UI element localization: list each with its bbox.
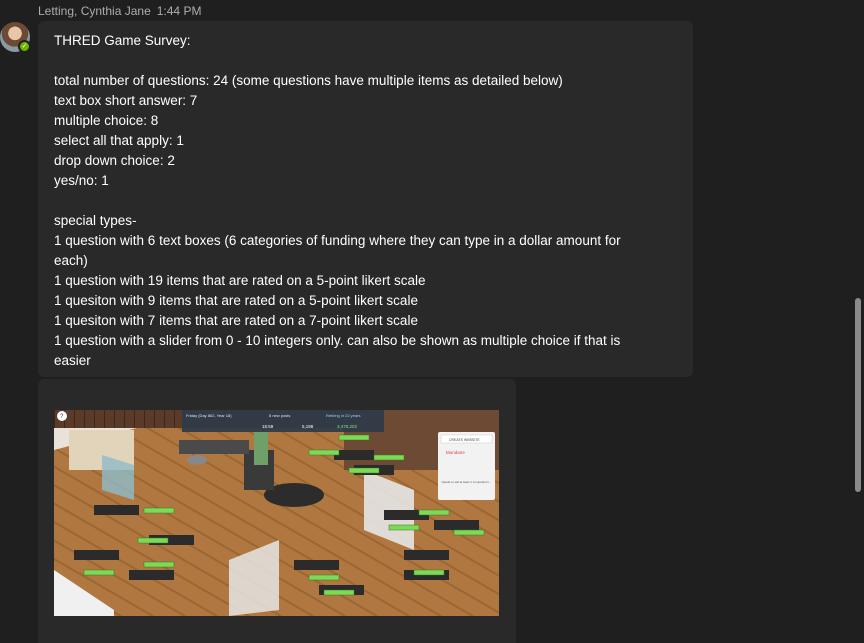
office-scene: Friday (Day 862, Year 18) 8 new posts Re…: [54, 410, 499, 616]
message-line: [54, 191, 677, 211]
sender-header: Letting, Cynthia Jane 1:44 PM: [38, 4, 201, 18]
panel-game: Mundane: [446, 450, 465, 455]
hud-rate: 5,198: [302, 424, 314, 429]
hud-retire: Retiring in 22 years: [326, 413, 360, 418]
message-line: 1 question with a slider from 0 - 10 int…: [54, 333, 621, 348]
hud-staff: 8 new posts: [269, 413, 290, 418]
avatar[interactable]: ✓: [0, 22, 31, 53]
message-line: 1 quesiton with 9 items that are rated o…: [54, 293, 418, 308]
hud-date: Friday (Day 862, Year 18): [186, 413, 232, 418]
message-bubble[interactable]: THRED Game Survey: total number of questi…: [38, 21, 693, 377]
panel-note-wrap: Needs to sell at least 1 competitor's...: [441, 480, 492, 484]
message-line: select all that apply: 1: [54, 133, 184, 148]
message-line: total number of questions: 24 (some ques…: [54, 73, 563, 88]
message-line: THRED Game Survey:: [54, 33, 191, 48]
hud-money: 3,478,202: [337, 424, 358, 429]
panel-note: Needs to sell at least 1 competitor's...: [441, 480, 492, 484]
message-line: special types-: [54, 213, 137, 228]
scrollbar[interactable]: [855, 0, 861, 643]
scrollbar-thumb[interactable]: [855, 298, 861, 492]
message-line: 1 question with 6 text boxes (6 categori…: [54, 233, 621, 248]
message-line: [54, 51, 677, 71]
message-line: drop down choice: 2: [54, 153, 175, 168]
message-line: 1 quesiton with 7 items that are rated o…: [54, 313, 418, 328]
message-line: yes/no: 1: [54, 173, 109, 188]
presence-available-icon: ✓: [18, 40, 31, 53]
image-message-bubble: Friday (Day 862, Year 18) 8 new posts Re…: [38, 379, 516, 643]
panel-title: CREATE WEBSITE: [449, 438, 480, 442]
message-line: easier: [54, 353, 91, 368]
game-screenshot-image[interactable]: Friday (Day 862, Year 18) 8 new posts Re…: [54, 410, 499, 616]
message-line: each): [54, 253, 88, 268]
message-line: 1 question with 19 items that are rated …: [54, 273, 426, 288]
message-line: text box short answer: 7: [54, 93, 198, 108]
hud-clock: 16:59: [262, 424, 274, 429]
sender-name[interactable]: Letting, Cynthia Jane: [38, 4, 151, 18]
message-time: 1:44 PM: [156, 4, 202, 18]
message-line: multiple choice: 8: [54, 113, 159, 128]
